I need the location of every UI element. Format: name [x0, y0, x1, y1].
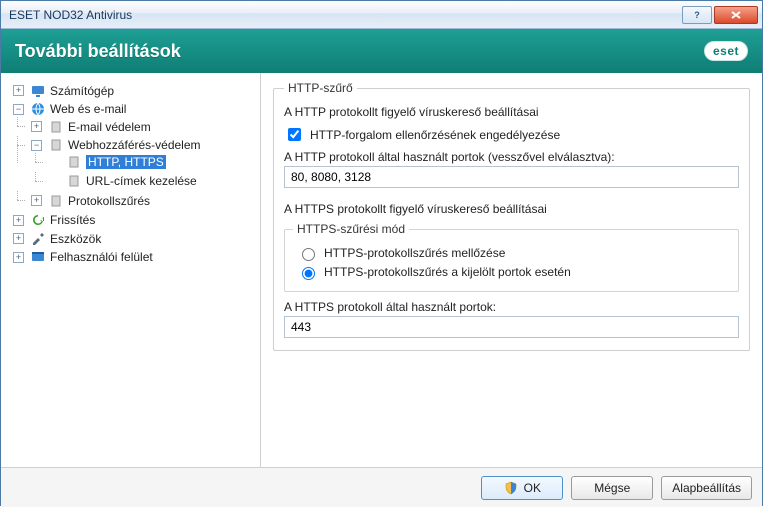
ui-icon	[30, 249, 46, 265]
brand-badge: eset	[704, 41, 748, 61]
document-icon	[48, 119, 64, 135]
ok-button[interactable]: OK	[481, 476, 563, 500]
tree-label: URL-címek kezelése	[86, 174, 197, 188]
tree-label: Webhozzáférés-védelem	[68, 138, 201, 152]
document-icon	[48, 193, 64, 209]
tree-spacer	[49, 157, 60, 168]
expand-icon[interactable]: +	[13, 233, 24, 244]
help-button[interactable]: ?	[682, 6, 712, 24]
window-title: ESET NOD32 Antivirus	[9, 8, 680, 22]
tree-node-web-access: − Webhozzáférés-védelem HTTP, HTTPS	[27, 136, 256, 192]
http-filter-fieldset: HTTP-szűrő A HTTP protokollt figyelő vír…	[273, 81, 750, 351]
https-mode-fieldset: HTTPS-szűrési mód HTTPS-protokollszűrés …	[284, 222, 739, 292]
close-button[interactable]	[714, 6, 758, 24]
tree-label: Web és e-mail	[50, 102, 126, 116]
default-label: Alapbeállítás	[672, 481, 741, 495]
tree-label: Eszközök	[50, 232, 101, 246]
tree-node-updates: + Frissítés	[9, 211, 256, 230]
tree-node-email-protection: + E-mail védelem	[27, 117, 256, 136]
expand-icon[interactable]: +	[13, 252, 24, 263]
http-section-heading: A HTTP protokollt figyelő víruskereső be…	[284, 105, 739, 119]
collapse-icon[interactable]: −	[31, 140, 42, 151]
brand-logo: eset	[704, 41, 748, 61]
tree-node-computer: + Számítógép	[9, 81, 256, 100]
content-body: + Számítógép − Web és e-mail +	[1, 73, 762, 467]
ok-label: OK	[524, 481, 541, 495]
http-traffic-checkbox[interactable]	[288, 128, 301, 141]
document-icon	[66, 173, 82, 189]
expand-icon[interactable]: +	[13, 85, 24, 96]
tree-node-web-email: − Web és e-mail + E-mail védelem	[9, 100, 256, 211]
page-title: További beállítások	[15, 41, 704, 62]
refresh-icon	[30, 212, 46, 228]
https-ports-input[interactable]	[284, 316, 739, 338]
cancel-button[interactable]: Mégse	[571, 476, 653, 500]
settings-panel: HTTP-szűrő A HTTP protokollt figyelő vír…	[261, 73, 762, 467]
tree-label: Felhasználói felület	[50, 250, 153, 264]
http-traffic-label: HTTP-forgalom ellenőrzésének engedélyezé…	[310, 128, 560, 142]
tree-node-tools: + Eszközök	[9, 229, 256, 248]
https-section-heading: A HTTPS protokollt figyelő víruskereső b…	[284, 202, 739, 216]
tree-node-http-https: HTTP, HTTPS	[45, 153, 256, 172]
expand-icon[interactable]: +	[13, 215, 24, 226]
document-icon	[48, 137, 64, 153]
document-icon	[66, 154, 82, 170]
page-header: További beállítások eset	[1, 29, 762, 73]
tree-node-ui: + Felhasználói felület	[9, 248, 256, 267]
tree-node-protocol-filtering: + Protokollszűrés	[27, 191, 256, 210]
globe-icon	[30, 101, 46, 117]
expand-icon[interactable]: +	[31, 121, 42, 132]
tree-label: HTTP, HTTPS	[86, 155, 166, 169]
shield-icon	[504, 481, 518, 495]
https-mode-none-radio[interactable]	[302, 248, 315, 261]
http-ports-input[interactable]	[284, 166, 739, 188]
https-mode-selected-label: HTTPS-protokollszűrés a kijelölt portok …	[324, 265, 571, 279]
tree-label: E-mail védelem	[68, 120, 151, 134]
https-mode-none-label: HTTPS-protokollszűrés mellőzése	[324, 246, 505, 260]
tree-spacer	[49, 175, 60, 186]
default-button[interactable]: Alapbeállítás	[661, 476, 752, 500]
tree-label: Frissítés	[50, 213, 95, 227]
fieldset-legend: HTTP-szűrő	[284, 81, 357, 95]
monitor-icon	[30, 83, 46, 99]
https-mode-legend: HTTPS-szűrési mód	[293, 222, 409, 236]
tree-label: Protokollszűrés	[68, 194, 150, 208]
https-ports-label: A HTTPS protokoll által használt portok:	[284, 300, 739, 314]
https-mode-selected-radio[interactable]	[302, 267, 315, 280]
dialog-footer: OK Mégse Alapbeállítás	[1, 467, 762, 507]
tree-label: Számítógép	[50, 84, 114, 98]
titlebar: ESET NOD32 Antivirus ?	[1, 1, 762, 29]
collapse-icon[interactable]: −	[13, 104, 24, 115]
settings-tree: + Számítógép − Web és e-mail +	[1, 73, 261, 467]
expand-icon[interactable]: +	[31, 195, 42, 206]
http-ports-label: A HTTP protokoll által használt portok (…	[284, 150, 739, 164]
app-window: ESET NOD32 Antivirus ? További beállítás…	[0, 0, 763, 506]
svg-text:?: ?	[694, 10, 700, 20]
tools-icon	[30, 231, 46, 247]
tree-node-url-management: URL-címek kezelése	[45, 172, 256, 191]
cancel-label: Mégse	[594, 481, 630, 495]
